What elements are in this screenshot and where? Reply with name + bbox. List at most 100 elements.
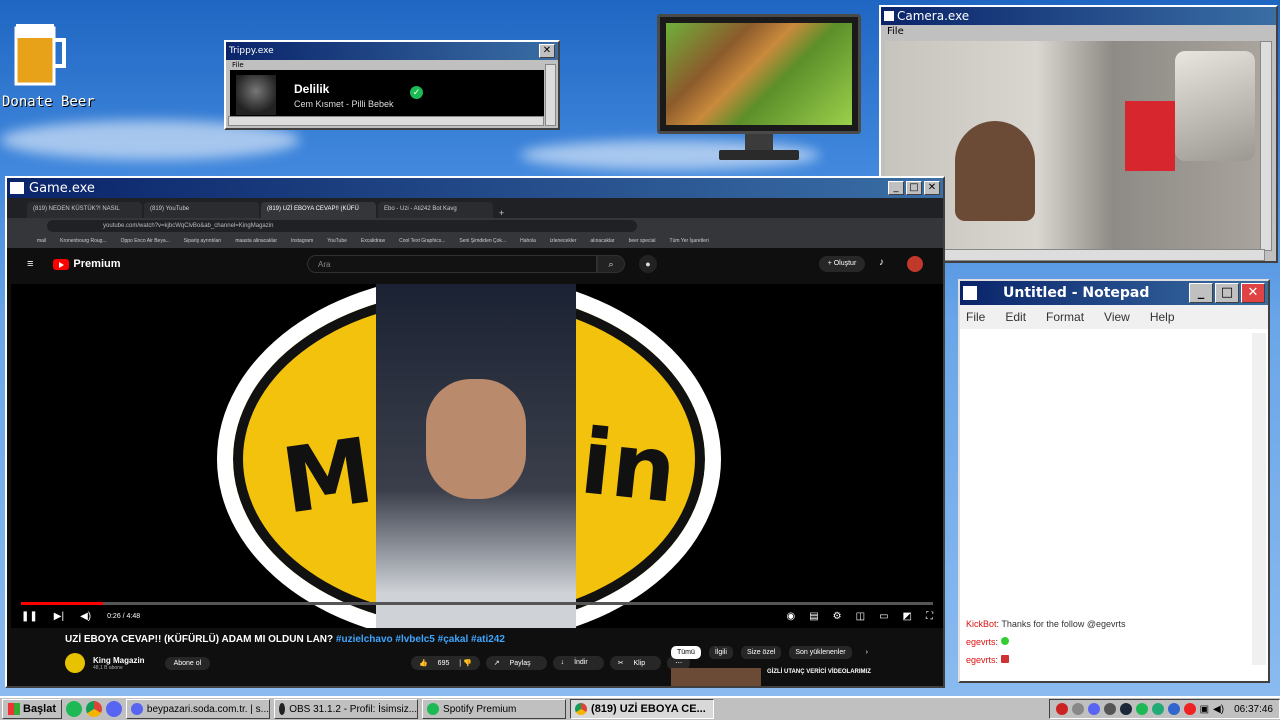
recommended-title[interactable]: GİZLİ UTANÇ VERİCİ VİDEOLARIMIZ	[767, 668, 871, 686]
share-button[interactable]: ↗ Paylaş	[485, 656, 547, 670]
pause-icon[interactable]: ❚❚	[21, 611, 38, 622]
camera-menu-file[interactable]: File	[881, 25, 1276, 38]
game-titlebar[interactable]: Game.exe _ □ ✕	[7, 178, 943, 198]
chip-recent[interactable]: Son yüklenenler	[789, 646, 852, 659]
tray-app-icon[interactable]	[1055, 703, 1068, 715]
tray-app-icon[interactable]	[1135, 703, 1148, 715]
notification-bell-icon[interactable]: ♪	[879, 257, 884, 268]
recommended-video[interactable]: GİZLİ UTANÇ VERİCİ VİDEOLARIMIZ	[671, 668, 939, 686]
bookmark[interactable]: maasta alinacaklar	[235, 238, 277, 244]
browser-tab[interactable]: (819) YouTube	[144, 202, 259, 218]
video-player[interactable]: M in	[11, 284, 943, 628]
taskbar-item-active[interactable]: (819) UZİ EBOYA CE...	[570, 699, 715, 719]
camera-titlebar[interactable]: Camera.exe	[881, 7, 1276, 25]
menu-view[interactable]: View	[1104, 310, 1130, 324]
menu-help[interactable]: Help	[1150, 310, 1175, 324]
video-hashtags[interactable]: #uzielchavo #lvbelc5 #çakal #ati242	[336, 634, 505, 645]
cast-icon[interactable]: ◩	[903, 611, 912, 622]
channel-name[interactable]: King Magazin	[93, 656, 145, 665]
chevron-right-icon[interactable]: ›	[860, 646, 874, 659]
chip-for-you[interactable]: Size özel	[740, 646, 782, 659]
bookmark[interactable]: Excalidraw	[361, 238, 385, 244]
bookmark[interactable]: izlenecekler	[550, 238, 576, 244]
tray-app-icon[interactable]	[1167, 703, 1180, 715]
autoplay-toggle-icon[interactable]: ◉	[786, 611, 795, 622]
browser-tab[interactable]: Ebo - Uzi - Ati242 Bot Kavg	[378, 202, 493, 218]
tray-app-icon[interactable]	[1087, 703, 1100, 715]
download-button[interactable]: ↓ İndir	[552, 656, 604, 670]
close-icon[interactable]: ✕	[924, 181, 940, 195]
youtube-logo[interactable]: Premium	[53, 258, 121, 270]
avatar[interactable]	[907, 256, 923, 272]
chrome-icon[interactable]	[86, 701, 103, 717]
discord-icon[interactable]	[106, 701, 123, 717]
maximize-icon[interactable]: □	[906, 181, 922, 195]
bookmark[interactable]: alınacaklar	[590, 238, 614, 244]
search-icon[interactable]: ⌕	[597, 255, 625, 273]
record-icon[interactable]	[1183, 703, 1196, 715]
chip-related[interactable]: İlgili	[708, 646, 733, 659]
theater-mode-icon[interactable]: ▭	[879, 611, 888, 622]
like-button[interactable]: 👍 695 | 👎	[411, 656, 480, 670]
close-icon[interactable]: ✕	[539, 44, 555, 58]
menu-format[interactable]: Format	[1046, 310, 1084, 324]
next-icon[interactable]: ▶|	[54, 611, 64, 622]
minimize-icon[interactable]: _	[888, 181, 904, 195]
taskbar-item[interactable]: Spotify Premium	[422, 699, 567, 719]
hamburger-menu-icon[interactable]: ≡	[27, 258, 33, 270]
bookmark[interactable]: Cool Text Graphics...	[399, 238, 445, 244]
channel-avatar[interactable]	[65, 653, 85, 673]
menu-file[interactable]: File	[966, 310, 985, 324]
taskbar-item[interactable]: OBS 31.1.2 - Profil: İsimsiz...	[274, 699, 419, 719]
game-window[interactable]: Game.exe _ □ ✕ (819) NEDEN KÜSTÜK?! NASI…	[5, 176, 945, 688]
tray-app-icon[interactable]	[1103, 703, 1116, 715]
subtitles-icon[interactable]: ▤	[809, 611, 818, 622]
bookmark[interactable]: Sipariş ayrıntıları	[184, 238, 222, 244]
miniplayer-icon[interactable]: ◫	[856, 611, 865, 622]
recommended-thumbnail[interactable]	[671, 668, 761, 686]
taskbar-item[interactable]: beypazari.soda.com.tr. | s...	[126, 699, 271, 719]
search-input[interactable]: Ara	[307, 255, 597, 273]
vertical-scrollbar[interactable]	[545, 64, 556, 126]
bookmark[interactable]: Instagram	[291, 238, 313, 244]
bookmark[interactable]: Oppo Enco Air Beya...	[121, 238, 170, 244]
tray-app-icon[interactable]	[1151, 703, 1164, 715]
vertical-scrollbar[interactable]	[1252, 333, 1266, 665]
tray-app-icon[interactable]	[1071, 703, 1084, 715]
menu-edit[interactable]: Edit	[1005, 310, 1026, 324]
bookmark[interactable]: Seni Şimdiden Çok...	[459, 238, 506, 244]
trippy-menu-file[interactable]: File	[226, 60, 558, 70]
notepad-titlebar[interactable]: Untitled - Notepad _ □ ✕	[960, 281, 1268, 305]
settings-gear-icon[interactable]: ⚙	[833, 611, 842, 622]
new-tab-icon[interactable]: +	[499, 208, 504, 218]
bookmark[interactable]: beer special	[629, 238, 656, 244]
volume-icon[interactable]: ◀)	[80, 611, 91, 622]
vertical-scrollbar[interactable]	[1260, 41, 1272, 251]
start-button[interactable]: Başlat	[2, 699, 63, 719]
fullscreen-icon[interactable]: ⛶	[926, 611, 933, 622]
bookmark[interactable]: YouTube	[327, 238, 347, 244]
trippy-titlebar[interactable]: Trippy.exe ✕	[226, 42, 558, 60]
steam-icon[interactable]	[1119, 703, 1132, 715]
bookmark[interactable]: Tüm Yer İşaretleri	[670, 238, 709, 244]
minimize-icon[interactable]: _	[1189, 283, 1213, 303]
chip-all[interactable]: Tümü	[671, 646, 701, 659]
notepad-window[interactable]: Untitled - Notepad _ □ ✕ File Edit Forma…	[958, 279, 1270, 683]
maximize-icon[interactable]: □	[1215, 283, 1239, 303]
browser-tab[interactable]: (819) NEDEN KÜSTÜK?! NASIL	[27, 202, 142, 218]
url-input[interactable]: youtube.com/watch?v=kjbcWqClvBo&ab_chann…	[47, 220, 637, 232]
network-icon[interactable]: ▣	[1200, 704, 1209, 715]
spotify-icon[interactable]	[66, 701, 83, 717]
browser-tab-active[interactable]: (819) UZİ EBOYA CEVAP!! (KÜFÜ	[261, 202, 376, 218]
donate-beer-icon[interactable]: Donate Beer	[2, 14, 122, 114]
video-progress-bar[interactable]	[21, 602, 933, 605]
horizontal-scrollbar[interactable]	[228, 116, 544, 126]
bookmark[interactable]: Kronenbourg Roug...	[60, 238, 106, 244]
bookmark[interactable]: Hahola	[520, 238, 536, 244]
subscribe-button[interactable]: Abone ol	[164, 656, 211, 670]
trippy-window[interactable]: Trippy.exe ✕ File Delilik Cem Kısmet - P…	[224, 40, 560, 130]
bookmark[interactable]: mail	[37, 238, 46, 244]
clip-button[interactable]: ✂ Klip	[609, 656, 662, 670]
microphone-icon[interactable]: ●	[639, 255, 657, 273]
volume-icon[interactable]: ◀)	[1213, 704, 1224, 715]
